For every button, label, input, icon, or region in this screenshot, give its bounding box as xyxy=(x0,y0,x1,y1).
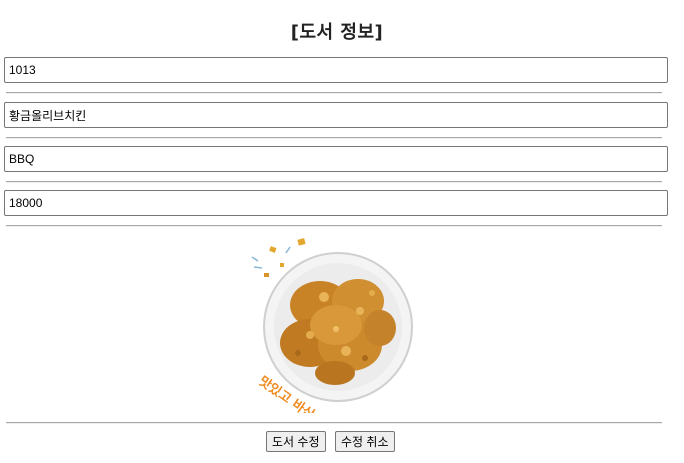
update-book-button[interactable]: 도서 수정 xyxy=(266,431,326,452)
divider xyxy=(6,92,662,94)
cancel-edit-button[interactable]: 수정 취소 xyxy=(335,431,395,452)
divider xyxy=(6,181,662,183)
book-image: 맛있고 바삭! xyxy=(251,238,413,413)
book-title-field[interactable] xyxy=(4,102,668,128)
divider xyxy=(6,422,662,424)
divider xyxy=(6,137,662,139)
divider xyxy=(6,225,662,227)
book-id-field[interactable] xyxy=(4,57,668,83)
page-title: [도서 정보] xyxy=(290,22,384,43)
book-publisher-field[interactable] xyxy=(4,146,668,172)
book-price-field[interactable] xyxy=(4,190,668,216)
